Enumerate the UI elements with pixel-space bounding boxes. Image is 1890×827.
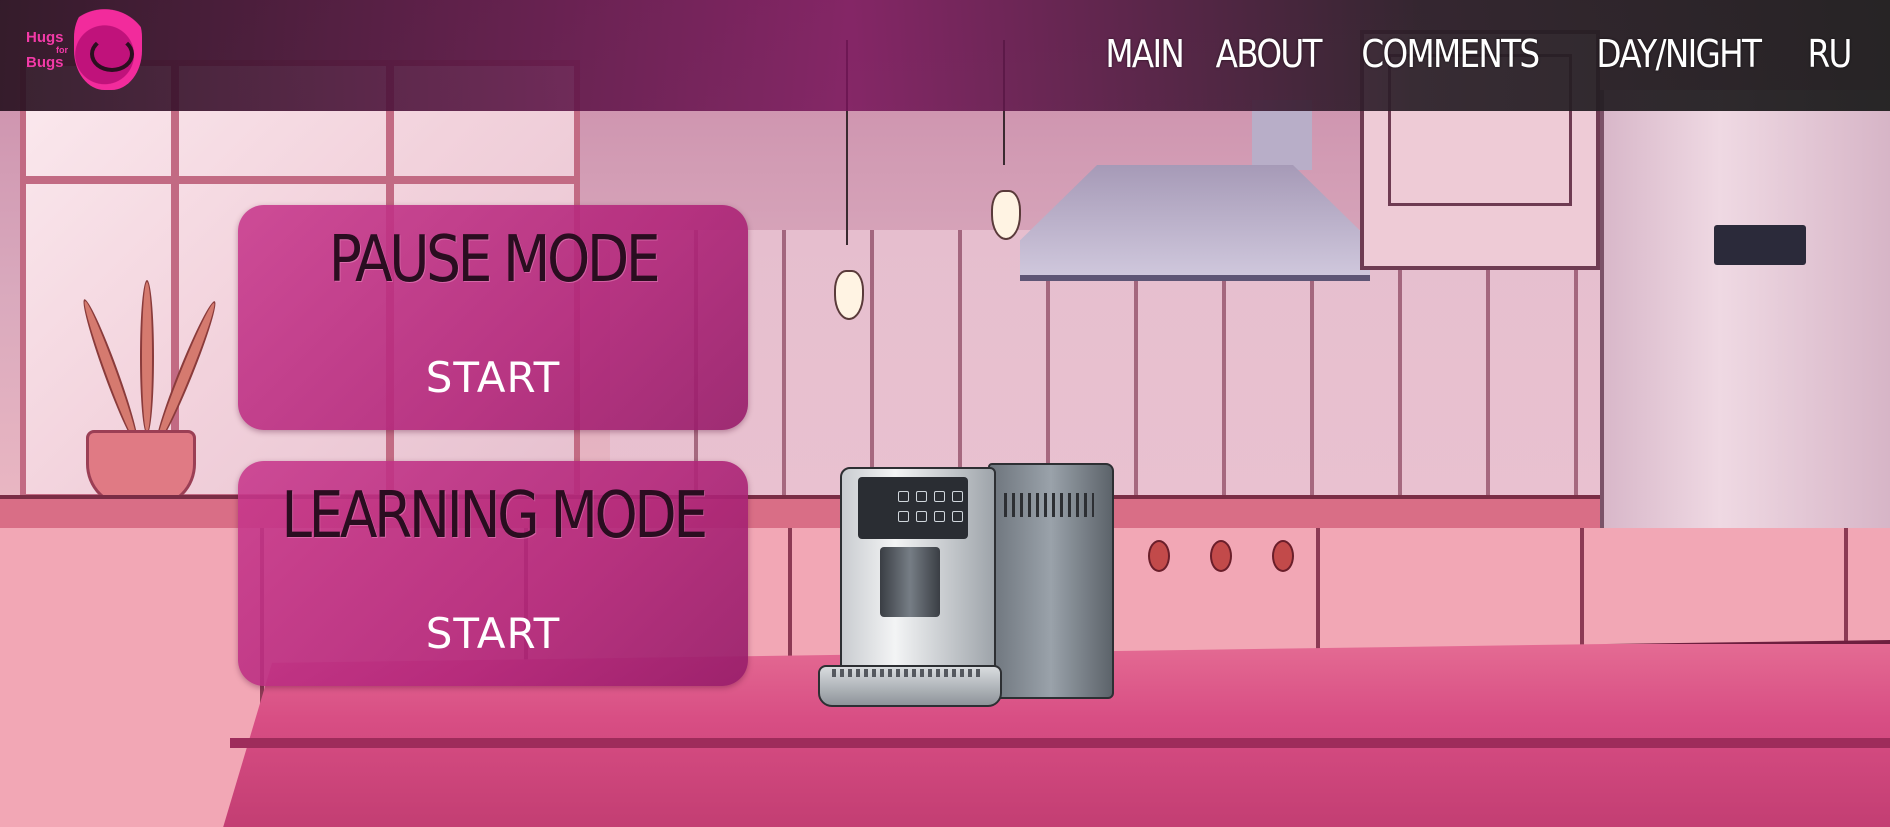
bug-logo-icon xyxy=(74,2,142,90)
pendant-lamp xyxy=(834,270,864,320)
coffee-machine-spout xyxy=(880,547,940,617)
site-header: Hugs for Bugs MAIN ABOUT COMMENTS DAY/NI… xyxy=(0,0,1890,111)
brand-logo-word-top: Hugs xyxy=(26,29,64,46)
coffee-machine-screen xyxy=(858,477,968,539)
nav-item-language-switch[interactable]: RU xyxy=(1807,32,1852,76)
pendant-lamp xyxy=(991,190,1021,240)
learning-mode-title: LEARNING MODE xyxy=(281,479,708,553)
pause-mode-title: PAUSE MODE xyxy=(328,223,661,297)
learning-mode-start-button[interactable]: START xyxy=(238,609,748,658)
brand-logo[interactable]: Hugs for Bugs xyxy=(26,0,146,96)
coffee-machine-vents xyxy=(1004,493,1094,517)
brand-logo-word-bottom: Bugs xyxy=(26,54,64,71)
stove-knob xyxy=(1272,540,1294,572)
learning-mode-card: LEARNING MODE START xyxy=(238,461,748,686)
nav-item-comments[interactable]: COMMENTS xyxy=(1362,32,1541,76)
pause-mode-start-button[interactable]: START xyxy=(238,353,748,402)
coffee-machine-illustration xyxy=(818,455,1114,710)
pause-mode-card: PAUSE MODE START xyxy=(238,205,748,430)
nav-item-main[interactable]: MAIN xyxy=(1105,32,1184,76)
nav-item-day-night-toggle[interactable]: DAY/NIGHT xyxy=(1597,32,1763,76)
brand-logo-text: Hugs for Bugs xyxy=(26,30,82,71)
nav-item-about[interactable]: ABOUT xyxy=(1216,32,1323,76)
main-nav: MAIN ABOUT COMMENTS DAY/NIGHT RU xyxy=(1099,28,1854,80)
plant-leaf xyxy=(140,280,154,434)
stove-knob xyxy=(1210,540,1232,572)
table-edge xyxy=(230,738,1890,748)
stove-knob xyxy=(1148,540,1170,572)
